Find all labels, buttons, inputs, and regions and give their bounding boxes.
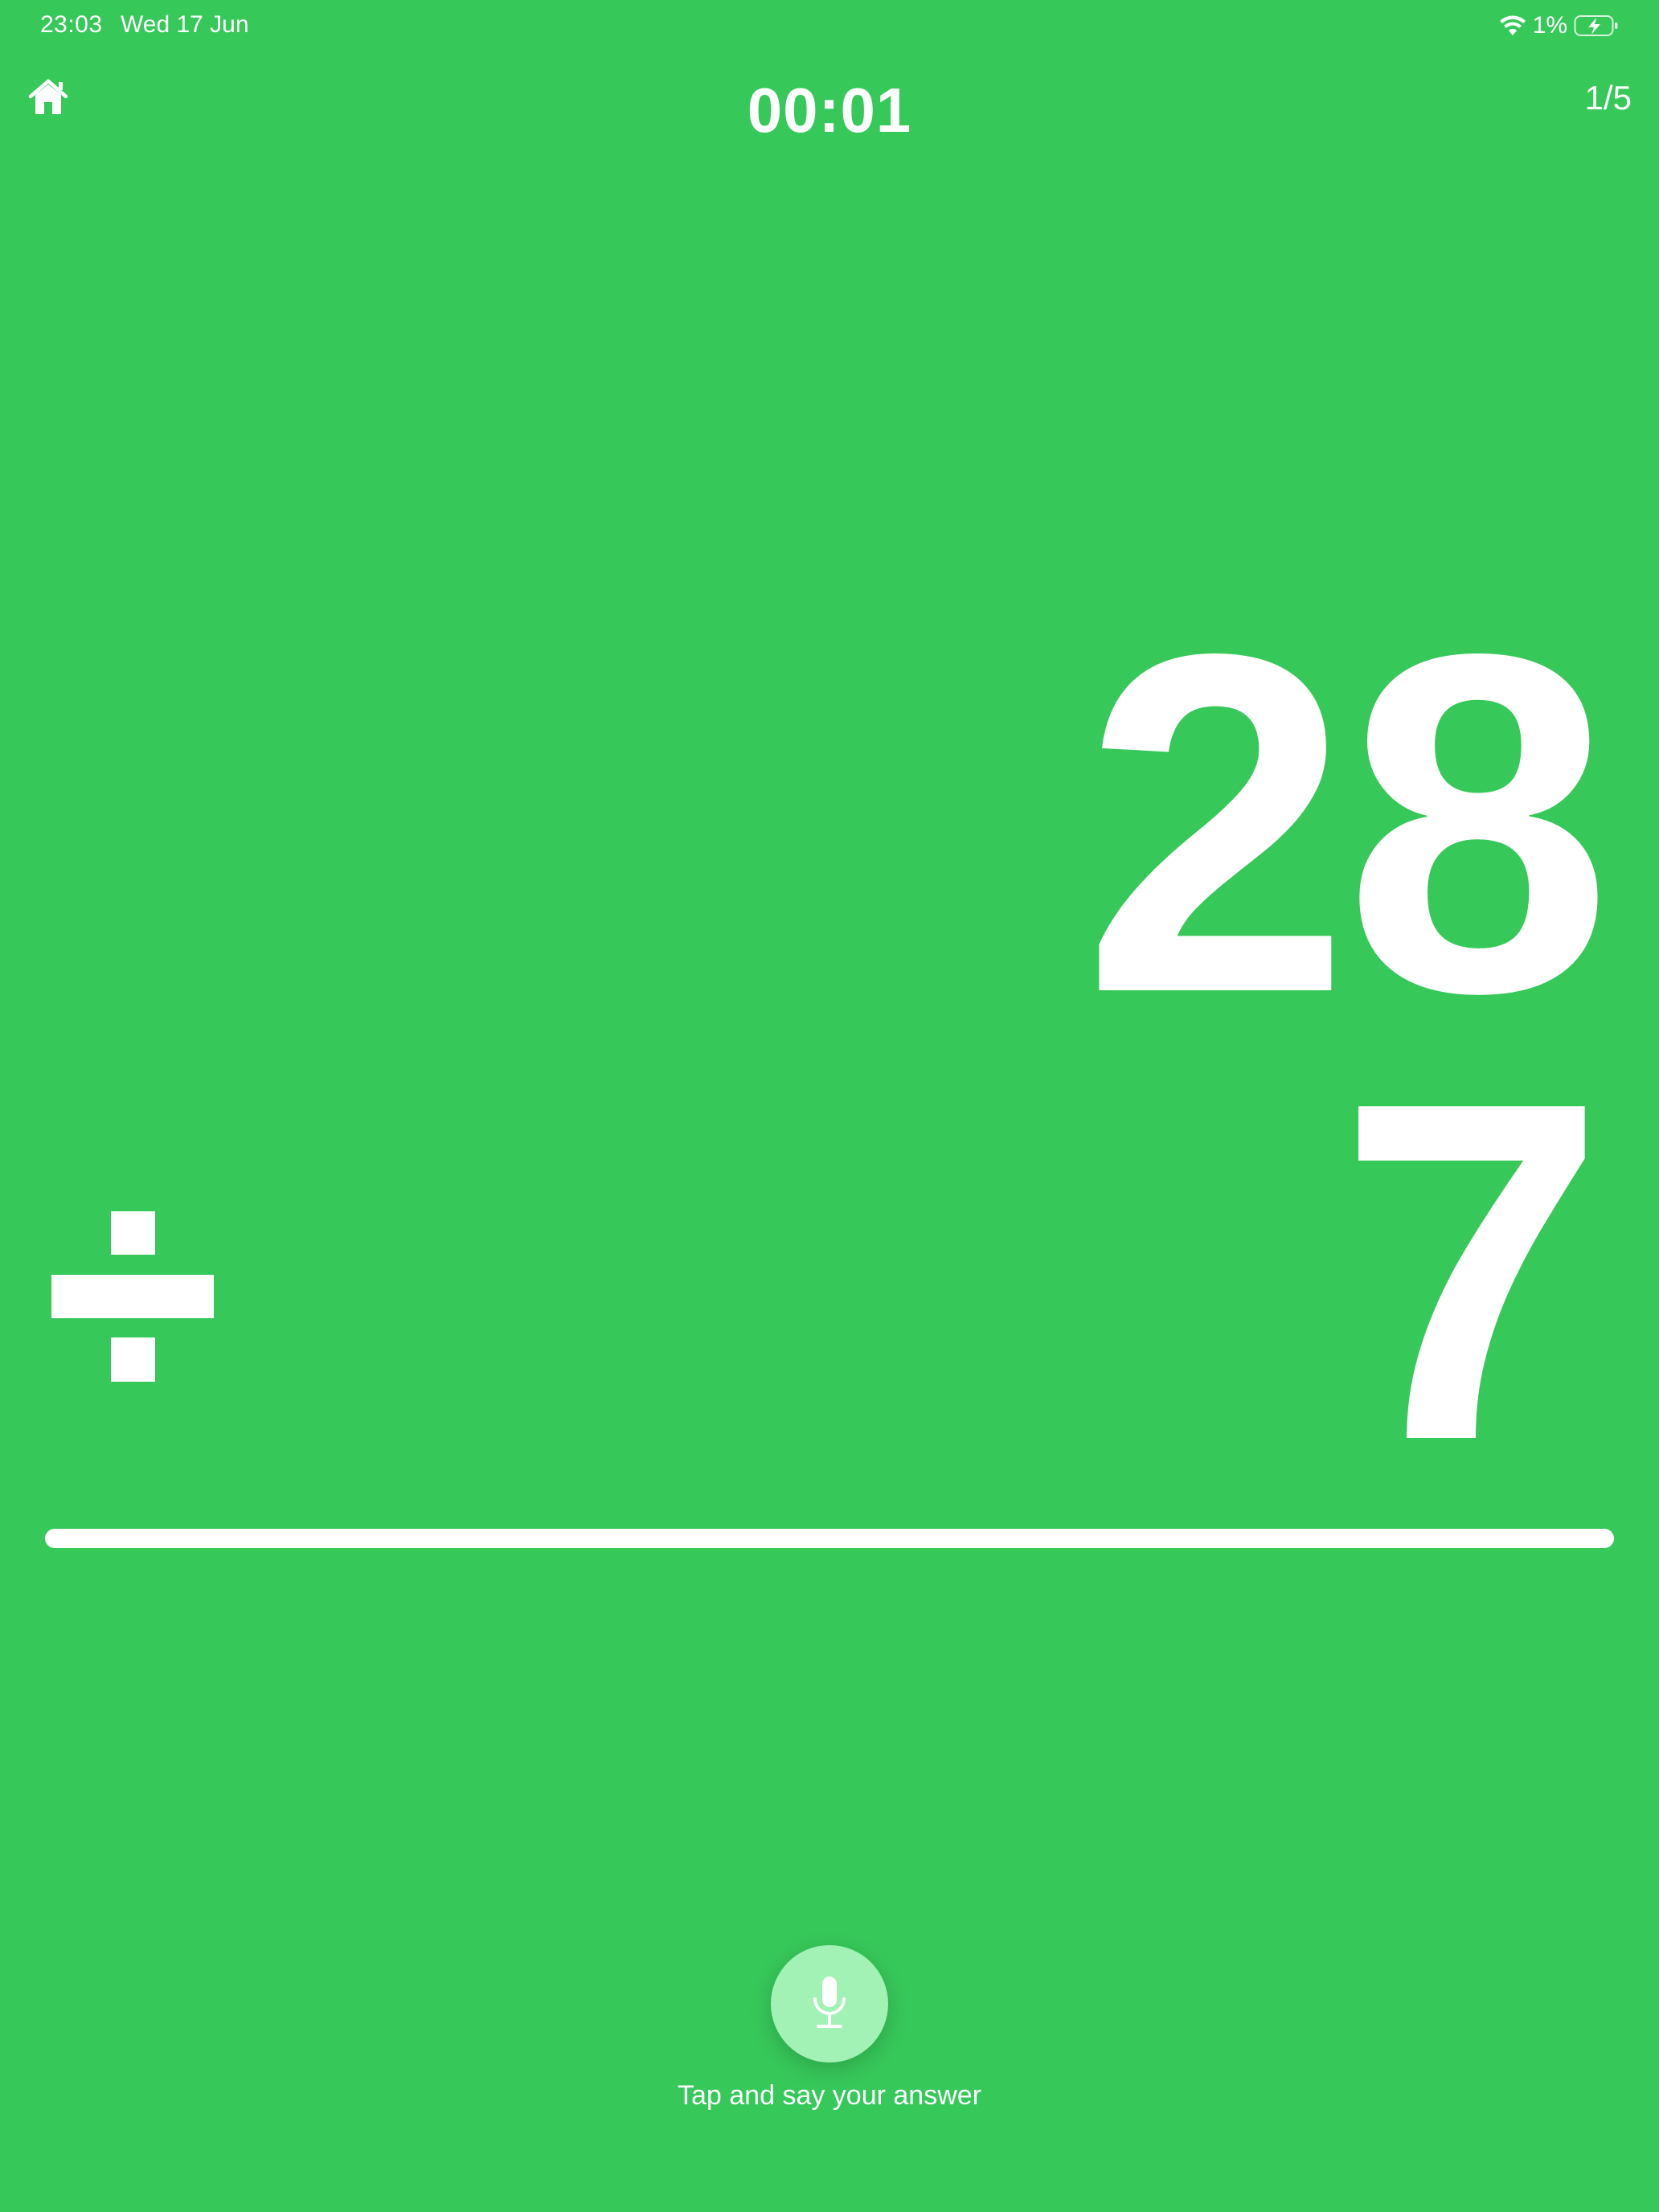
microphone-icon <box>813 1976 846 2028</box>
question-progress: 1/5 <box>1584 79 1632 117</box>
status-indicators: 1% <box>1499 10 1619 42</box>
dividend: 28 <box>1082 555 1612 1093</box>
status-date: Wed 17 Jun <box>121 11 249 38</box>
battery-charging-icon <box>1574 15 1618 36</box>
status-bar: 23:03 Wed 17 Jun 1% <box>0 0 1659 51</box>
status-time: 23:03 <box>40 11 103 38</box>
microphone-button[interactable] <box>771 1945 888 2062</box>
wifi-icon <box>1499 15 1526 35</box>
timer: 00:01 <box>747 75 912 145</box>
answer-line <box>45 1529 1614 1548</box>
divide-icon <box>51 1211 214 1382</box>
battery-percent: 1% <box>1532 12 1567 39</box>
voice-hint: Tap and say your answer <box>678 2080 981 2111</box>
divisor: 7 <box>1337 1002 1606 1541</box>
